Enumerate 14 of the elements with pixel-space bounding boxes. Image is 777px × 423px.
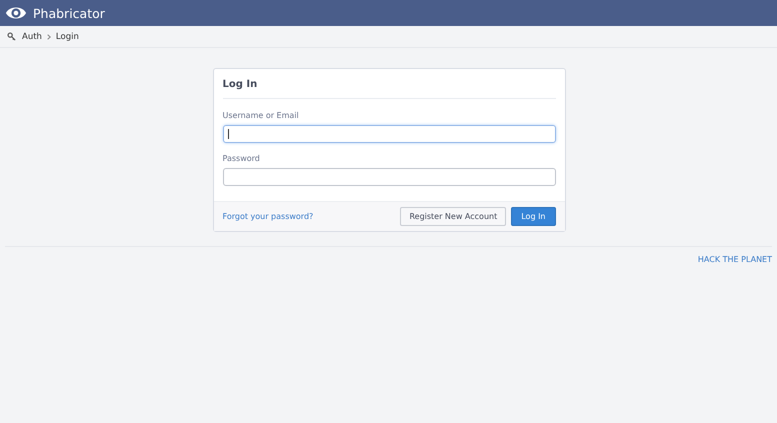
input-field[interactable] xyxy=(222,125,556,143)
forgot-password-link[interactable]: Forgot your password? xyxy=(222,212,314,221)
footer-link[interactable]: HACK THE PLANET xyxy=(698,255,772,264)
field-label: Password xyxy=(222,154,261,163)
field-label: Username or Email xyxy=(222,111,300,120)
breadcrumb-link[interactable]: Login xyxy=(56,32,79,42)
input-field[interactable] xyxy=(222,168,556,186)
chevron-icon xyxy=(46,34,51,40)
app-title[interactable]: Phabricator xyxy=(33,6,105,20)
key-icon xyxy=(7,32,16,41)
login-button[interactable]: Log In xyxy=(511,207,556,226)
breadcrumb-link[interactable]: Auth xyxy=(22,32,42,42)
register-button[interactable]: Register New Account xyxy=(400,207,506,226)
card-title: Log In xyxy=(222,69,556,99)
